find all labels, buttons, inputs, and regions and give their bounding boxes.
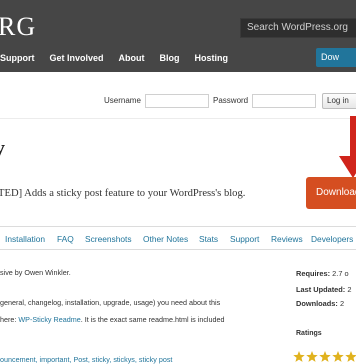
star-icon xyxy=(332,351,344,362)
tab-support[interactable]: Support xyxy=(230,234,259,244)
tab-reviews[interactable]: Reviews xyxy=(271,234,303,244)
last-updated-label: Last Updated: xyxy=(296,285,346,294)
downloads-row: Downloads: 2 xyxy=(296,299,344,308)
wordpress-logo[interactable]: RG xyxy=(0,12,36,42)
description-prefix: here: xyxy=(0,315,19,324)
requires-row: Requires: 2.7 o xyxy=(296,269,349,278)
star-icon xyxy=(319,351,331,362)
username-field[interactable] xyxy=(145,94,209,108)
star-icon xyxy=(306,351,318,362)
main-nav: Support Get Involved About Blog Hosting xyxy=(0,53,243,63)
tags-line[interactable]: ouncement, important, Post, sticky, stic… xyxy=(0,355,172,364)
requires-label: Requires: xyxy=(296,269,331,278)
last-updated-value: 2 xyxy=(347,285,352,294)
rating-stars-icon xyxy=(293,351,356,362)
nav-download-button[interactable]: Dow xyxy=(316,48,356,67)
tab-faq[interactable]: FAQ xyxy=(57,234,74,244)
last-updated-row: Last Updated: 2 xyxy=(296,285,351,294)
star-icon xyxy=(345,351,356,362)
nav-hosting[interactable]: Hosting xyxy=(195,53,229,63)
nav-get-involved[interactable]: Get Involved xyxy=(50,53,104,63)
star-icon xyxy=(293,351,305,362)
download-button[interactable]: Download xyxy=(306,177,356,209)
description-line-1: general, changelog, installation, upgrad… xyxy=(0,298,221,307)
readme-link[interactable]: WP-Sticky Readme xyxy=(18,315,80,324)
tab-screenshots[interactable]: Screenshots xyxy=(85,234,132,244)
author-line: sive by Owen Winkler. xyxy=(0,268,71,277)
username-label: Username xyxy=(104,96,141,105)
plugin-title: y xyxy=(0,135,5,161)
nav-about[interactable]: About xyxy=(119,53,145,63)
password-label: Password xyxy=(213,96,249,105)
tab-stats[interactable]: Stats xyxy=(199,234,218,244)
ratings-heading: Ratings xyxy=(296,330,322,337)
plugin-description: TED] Adds a sticky post feature to your … xyxy=(0,188,246,199)
plugin-tabs: Installation FAQ Screenshots Other Notes… xyxy=(0,226,356,250)
arrow-down-icon xyxy=(339,116,356,178)
search-input[interactable]: Search WordPress.org xyxy=(240,18,356,38)
nav-support[interactable]: Support xyxy=(0,53,35,63)
login-button[interactable]: Log in xyxy=(322,93,356,109)
requires-value: 2.7 o xyxy=(332,269,349,278)
divider xyxy=(0,118,356,119)
login-form: Username Password Log in xyxy=(0,92,356,112)
tab-installation[interactable]: Installation xyxy=(5,234,45,244)
header-bar: RG Search WordPress.org Support Get Invol… xyxy=(0,0,356,72)
nav-blog[interactable]: Blog xyxy=(160,53,180,63)
password-field[interactable] xyxy=(252,94,316,108)
tab-developers[interactable]: Developers xyxy=(311,234,353,244)
downloads-label: Downloads: xyxy=(296,299,338,308)
description-suffix: . It is the exact same readme.html is in… xyxy=(80,315,225,324)
tab-other-notes[interactable]: Other Notes xyxy=(143,234,188,244)
downloads-value: 2 xyxy=(339,299,345,308)
description-line-2: here: WP-Sticky Readme. It is the exact … xyxy=(0,315,225,324)
